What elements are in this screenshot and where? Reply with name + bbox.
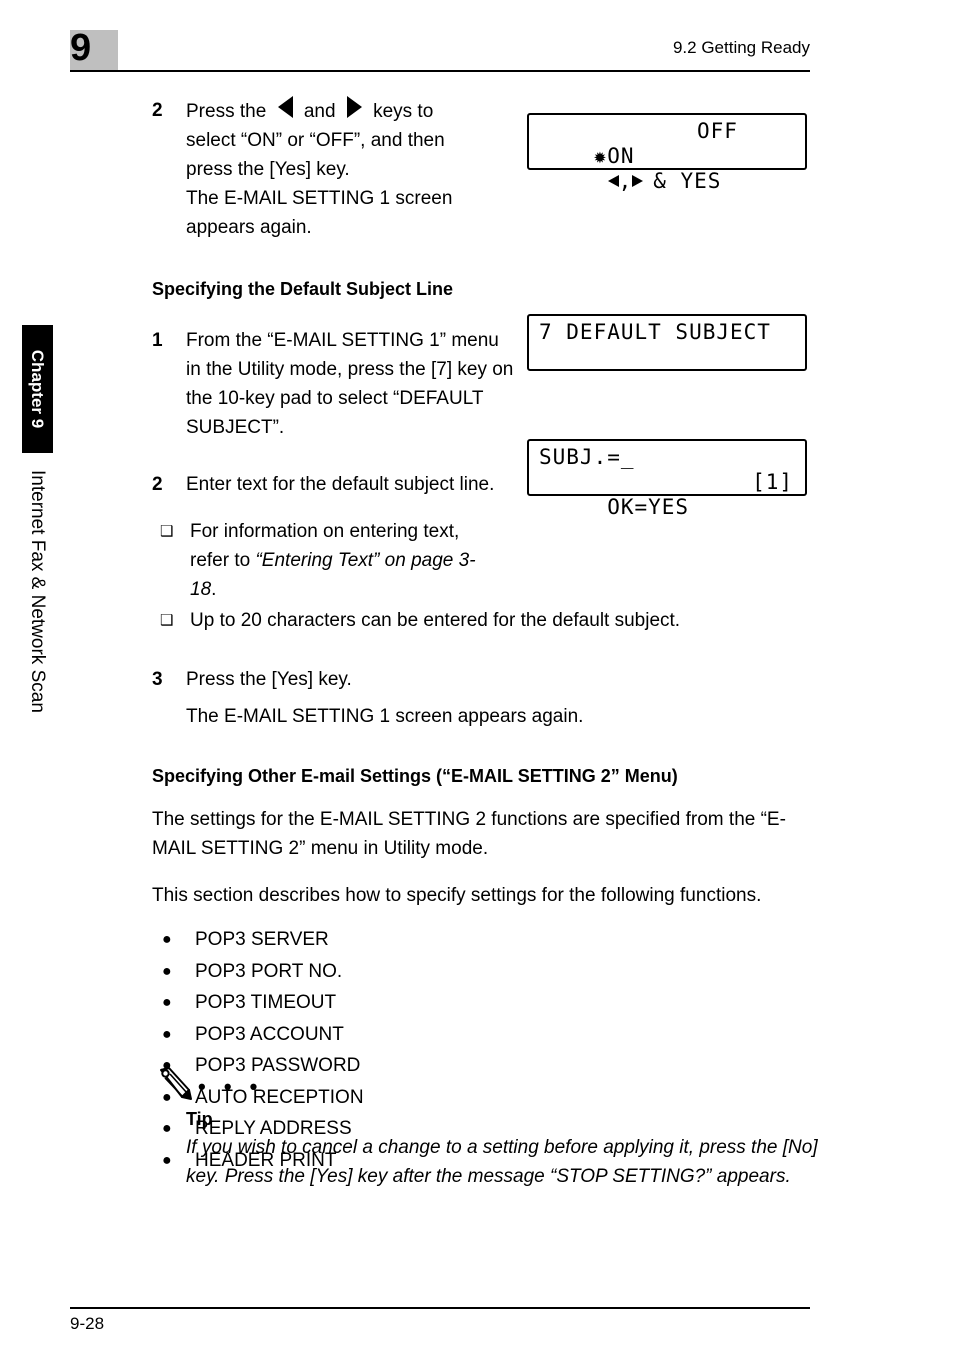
step-text-line-2: select “ON” or “OFF”, and then	[186, 130, 445, 151]
page-header: 9 9.2 Getting Ready	[0, 0, 954, 90]
lcd-arrow-right-icon	[632, 175, 644, 187]
lcd-line-2	[539, 345, 795, 370]
lcd-line-1: 7 DEFAULT SUBJECT	[539, 320, 771, 344]
tip-body-text: If you wish to cancel a change to a sett…	[186, 1137, 818, 1187]
step-number: 3	[152, 669, 163, 690]
lcd-arrow-left-icon	[607, 175, 619, 187]
step-text-part-3: keys to	[367, 101, 434, 122]
tip-icon-row: • • •	[152, 1066, 822, 1106]
paragraph-section-describes: This section describes how to specify se…	[152, 885, 762, 906]
paragraph-email-setting-2-intro: The settings for the E-MAIL SETTING 2 fu…	[152, 809, 786, 859]
lcd-line-1: ✹ON OFF	[539, 119, 795, 168]
lcd-yes-hint: & YES	[653, 169, 722, 193]
step-text-line-5: appears again.	[186, 217, 312, 238]
lcd-panel-on-off-select: ✹ON OFF , & YES	[527, 113, 807, 193]
chapter-number: 9	[70, 27, 91, 69]
footer-divider-rule	[70, 1307, 810, 1309]
step-2-sub-notes: ❑ For information on entering text, refe…	[152, 517, 822, 635]
sidebar-running-head: Internet Fax & Network Scan	[27, 470, 48, 713]
header-divider-rule	[70, 70, 810, 72]
list-item: ❑ For information on entering text, refe…	[152, 517, 822, 604]
lcd-panel-default-subject-menu: 7 DEFAULT SUBJECT	[527, 314, 807, 371]
lcd-panel-subject-entry: SUBJ.=_ OK=YES [1]	[527, 439, 807, 519]
lcd-line-2: , & YES	[539, 144, 795, 193]
sub-note-text: For information on entering text, refer …	[190, 517, 490, 604]
step-number: 1	[152, 330, 163, 351]
step-number: 2	[152, 474, 163, 495]
step-text-part-1: Press the	[186, 101, 272, 122]
step-text: Press the [Yes] key.	[186, 669, 352, 690]
pencil-icon	[156, 1066, 196, 1109]
footer-page-number: 9-28	[70, 1314, 105, 1333]
step-text-part-2: and	[298, 101, 341, 122]
step-number: 2	[152, 100, 163, 121]
list-item: ● POP3 PORT NO.	[162, 956, 822, 988]
filled-circle-bullet-icon: ●	[162, 1025, 172, 1043]
lcd-ok-hint: OK=YES	[593, 495, 690, 519]
header-section-title: 9.2 Getting Ready	[672, 38, 810, 57]
arrow-left-icon	[277, 96, 293, 118]
arrow-right-icon	[346, 96, 362, 118]
lcd-comma: ,	[618, 169, 633, 193]
function-name: POP3 PORT NO.	[195, 960, 343, 982]
section-heading-default-subject: Specifying the Default Subject Line	[152, 279, 454, 299]
tip-note: • • • Tip If you wish to cancel a change…	[152, 1066, 822, 1191]
section-heading-other-email-settings: Specifying Other E-mail Settings (“E-MAI…	[152, 766, 678, 786]
step-text-line-3: press the [Yes] key.	[186, 159, 350, 180]
lcd-line-2: OK=YES [1]	[539, 470, 795, 519]
hollow-circle-bullet-icon: ❑	[160, 523, 174, 540]
list-item: ● POP3 ACCOUNT	[162, 1019, 822, 1051]
filled-circle-bullet-icon: ●	[162, 931, 172, 948]
hollow-circle-bullet-icon: ❑	[160, 612, 174, 629]
function-name: POP3 SERVER	[195, 929, 329, 950]
tip-dots: • • •	[198, 1074, 264, 1099]
main-content: 2 Press the and keys to select “ON” or “…	[152, 96, 822, 1176]
filled-circle-bullet-icon: ●	[162, 962, 172, 980]
step-text: From the “E-MAIL SETTING 1” menu in the …	[186, 330, 514, 438]
filled-circle-bullet-icon: ●	[162, 994, 172, 1011]
function-name: POP3 ACCOUNT	[195, 1023, 344, 1045]
tip-label: Tip	[186, 1109, 213, 1129]
step-3-press-yes: 3 Press the [Yes] key.	[152, 665, 822, 694]
step-text: Press the and keys to select “ON” or “OF…	[186, 96, 516, 242]
sub-note-text: Up to 20 characters can be entered for t…	[190, 610, 681, 631]
function-name: POP3 TIMEOUT	[195, 992, 337, 1013]
step-text: Enter text for the default subject line.	[186, 474, 495, 495]
lcd-char-counter: [1]	[752, 470, 793, 494]
chapter-tab-label: Chapter 9	[28, 349, 47, 429]
step-3-result-text: The E-MAIL SETTING 1 screen appears agai…	[186, 706, 584, 727]
list-item: ❑ Up to 20 characters can be entered for…	[152, 606, 822, 635]
lcd-line-1: SUBJ.=_	[539, 445, 635, 469]
lcd-off-option: OFF	[697, 119, 738, 143]
step-text-line-4: The E-MAIL SETTING 1 screen	[186, 188, 453, 209]
sub-note-tail: .	[211, 579, 217, 600]
list-item: ● POP3 SERVER	[162, 924, 822, 956]
list-item: ● POP3 TIMEOUT	[162, 987, 822, 1019]
